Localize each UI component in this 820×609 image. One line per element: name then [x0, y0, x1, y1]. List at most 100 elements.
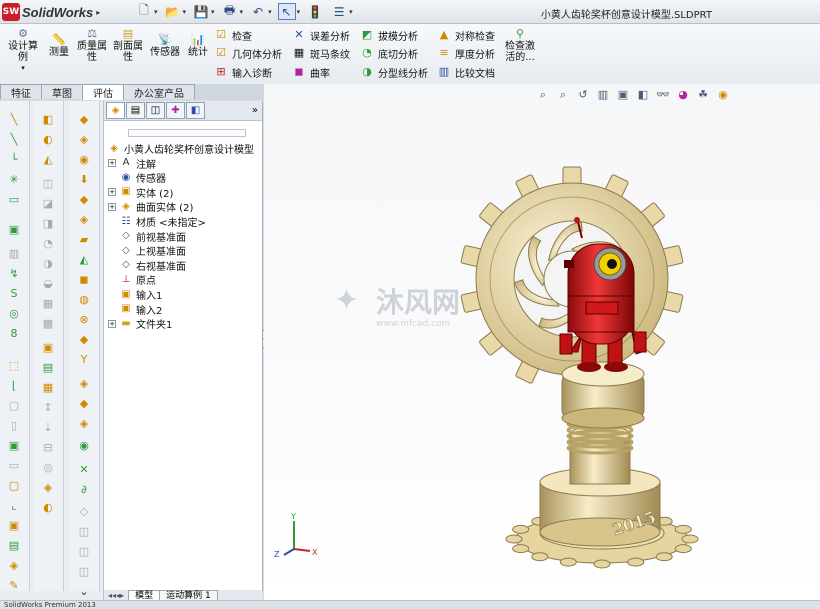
- chevron-down-icon[interactable]: ▾: [349, 8, 353, 16]
- point-icon[interactable]: ✳: [7, 173, 21, 186]
- cut-revolve-icon[interactable]: ◔: [41, 237, 55, 250]
- boundary-surface-icon[interactable]: ◆: [77, 193, 91, 206]
- ruled-surface-icon[interactable]: ◼: [77, 273, 91, 286]
- parting-line-analysis-button[interactable]: ◑ 分型线分析: [360, 64, 428, 80]
- block-icon[interactable]: ▤: [7, 539, 21, 552]
- centerline-icon[interactable]: ▭: [7, 193, 21, 206]
- helix-icon[interactable]: ∂: [77, 483, 91, 496]
- chevron-down-icon[interactable]: ▾: [183, 8, 187, 16]
- freeform-icon[interactable]: ◫: [77, 565, 91, 578]
- smart-dimension-icon[interactable]: ╲: [7, 133, 21, 146]
- select-pointer-icon[interactable]: ↖: [277, 3, 296, 20]
- property-manager-tab-icon[interactable]: ▤: [126, 102, 145, 119]
- reference-geometry-icon[interactable]: ⊟: [41, 441, 55, 454]
- tab-evaluate[interactable]: 评估: [82, 84, 124, 100]
- mirror-feature-icon[interactable]: ◐: [41, 501, 55, 514]
- display-manager-tab-icon[interactable]: ◧: [186, 102, 205, 119]
- design-study-button[interactable]: ⚙ 设计算 例 ▾: [6, 28, 40, 74]
- tab-office-products[interactable]: 办公室产品: [123, 84, 195, 100]
- mirror-icon[interactable]: ▥: [7, 247, 21, 260]
- revolved-surface-icon[interactable]: ◈: [77, 133, 91, 146]
- delete-face-icon[interactable]: ⊗: [77, 313, 91, 326]
- tree-filter-input[interactable]: [128, 129, 246, 137]
- chevron-down-icon[interactable]: ▾: [6, 63, 40, 74]
- measure-button[interactable]: 📏 测量: [46, 34, 72, 59]
- tree-node[interactable]: ⊥ 原点: [108, 272, 156, 288]
- extrude-boss-icon[interactable]: ◧: [41, 113, 55, 126]
- undo-icon[interactable]: ↶: [249, 3, 267, 20]
- section-properties-button[interactable]: ▤ 剖面属 性: [112, 28, 144, 64]
- loft-icon[interactable]: ◫: [41, 177, 55, 190]
- geometry-analysis-button[interactable]: ☑ 几何体分析: [214, 45, 282, 61]
- tree-node[interactable]: ◈ 小黄人齿轮奖杯创意设计模型: [108, 141, 254, 157]
- chevron-down-icon[interactable]: ▾: [211, 8, 215, 16]
- tree-node[interactable]: ◇ 右视基准面: [108, 258, 186, 273]
- rebuild-traffic-light-icon[interactable]: 🚦: [306, 3, 324, 20]
- draft-analysis-button[interactable]: ◩ 拔模分析: [360, 27, 418, 43]
- fillet-surface-icon[interactable]: ◍: [77, 293, 91, 306]
- tab-sketch[interactable]: 草图: [41, 84, 83, 100]
- tree-node[interactable]: ◉ 传感器: [108, 170, 166, 186]
- chevron-down-icon[interactable]: ▾: [297, 8, 301, 16]
- wrap-icon[interactable]: ↕: [41, 401, 55, 414]
- spline-icon[interactable]: ▣: [7, 223, 21, 236]
- undercut-analysis-button[interactable]: ◔ 底切分析: [360, 45, 418, 61]
- knit-surface-icon[interactable]: ◈: [77, 417, 91, 430]
- new-document-icon[interactable]: 🗋: [135, 3, 153, 20]
- deviation-analysis-button[interactable]: ✕ 误差分析: [292, 27, 350, 43]
- tab-scroll-arrows-icon[interactable]: ◂◂◂▸: [104, 591, 128, 600]
- symmetry-check-button[interactable]: ▲ 对称检查: [437, 27, 495, 43]
- circle-icon[interactable]: ◎: [7, 307, 21, 320]
- chevron-right-icon[interactable]: »: [252, 105, 258, 116]
- configuration-manager-tab-icon[interactable]: ◫: [146, 102, 165, 119]
- ellipse-icon[interactable]: 8: [7, 327, 21, 340]
- tab-features[interactable]: 特征: [0, 84, 42, 100]
- curves-icon[interactable]: ◎: [41, 461, 55, 474]
- instant3d-icon[interactable]: ◈: [41, 481, 55, 494]
- composite-curve-icon[interactable]: ◫: [77, 545, 91, 558]
- untrim-surface-icon[interactable]: ◆: [77, 397, 91, 410]
- curve-icon[interactable]: S: [7, 287, 21, 300]
- chevron-down-icon[interactable]: ▾: [268, 8, 272, 16]
- trim-icon[interactable]: ▢: [7, 399, 21, 412]
- extend-surface-icon[interactable]: Y: [77, 353, 91, 366]
- tree-node[interactable]: + ◈ 曲面实体 (2): [108, 199, 193, 214]
- quick-snaps-icon[interactable]: ✎: [7, 579, 21, 592]
- graphics-area[interactable]: ⌕ ⌕ ↺ ▥ ▣ ◧ 👓 ◕ ☘ ◉ ✦ 沐风网 www.mfcad.com: [264, 84, 820, 600]
- draft-feature-icon[interactable]: ▤: [41, 361, 55, 374]
- app-menu-button[interactable]: SW SolidWorks ▸: [2, 2, 102, 22]
- compare-documents-button[interactable]: ▥ 比较文档: [437, 64, 495, 80]
- file-properties-icon[interactable]: ☰: [330, 3, 348, 20]
- split-line-icon[interactable]: ◇: [77, 505, 91, 518]
- expand-toggle-icon[interactable]: +: [108, 202, 116, 211]
- curve-through-points-icon[interactable]: ✕: [77, 463, 91, 476]
- chevron-down-icon[interactable]: ⌄: [77, 585, 91, 598]
- fillet-icon[interactable]: ⬚: [7, 359, 21, 372]
- filled-surface-icon[interactable]: ◈: [77, 213, 91, 226]
- mass-properties-button[interactable]: ⚖ 质量属 性: [76, 28, 108, 64]
- tree-node[interactable]: ◇ 上视基准面: [108, 243, 186, 259]
- trim-surface-icon[interactable]: ◈: [77, 377, 91, 390]
- lofted-surface-icon[interactable]: ⬇: [77, 173, 91, 186]
- convert-entities-icon[interactable]: ▣: [7, 439, 21, 452]
- feature-tree-tab-icon[interactable]: ◈: [106, 102, 125, 119]
- corner-rectangle-icon[interactable]: └: [7, 153, 21, 166]
- planar-surface-icon[interactable]: ▰: [77, 233, 91, 246]
- zebra-stripes-button[interactable]: ▦ 斑马条纹: [292, 45, 350, 61]
- intersect-icon[interactable]: ⇣: [41, 421, 55, 434]
- cut-sweep-icon[interactable]: ◑: [41, 257, 55, 270]
- line-tool-icon[interactable]: ╲: [7, 113, 21, 126]
- expand-toggle-icon[interactable]: +: [108, 188, 116, 197]
- plot-icon[interactable]: ⌊: [7, 379, 21, 392]
- relation-icon[interactable]: ⌞: [7, 499, 21, 512]
- sensor-button[interactable]: 📡 传感器: [148, 34, 182, 59]
- sweep-icon[interactable]: ◭: [41, 153, 55, 166]
- shell-icon[interactable]: ▦: [41, 381, 55, 394]
- print-icon[interactable]: 🖶: [221, 3, 239, 20]
- check-active-button[interactable]: ⚲ 检查激 活的...: [500, 28, 540, 64]
- check-button[interactable]: ☑ 检查: [214, 27, 252, 43]
- swept-surface-icon[interactable]: ◉: [77, 153, 91, 166]
- extend-icon[interactable]: ▯: [7, 419, 21, 432]
- tree-node[interactable]: ▣ 输入2: [108, 302, 162, 317]
- tree-node[interactable]: ◇ 前视基准面: [108, 229, 186, 244]
